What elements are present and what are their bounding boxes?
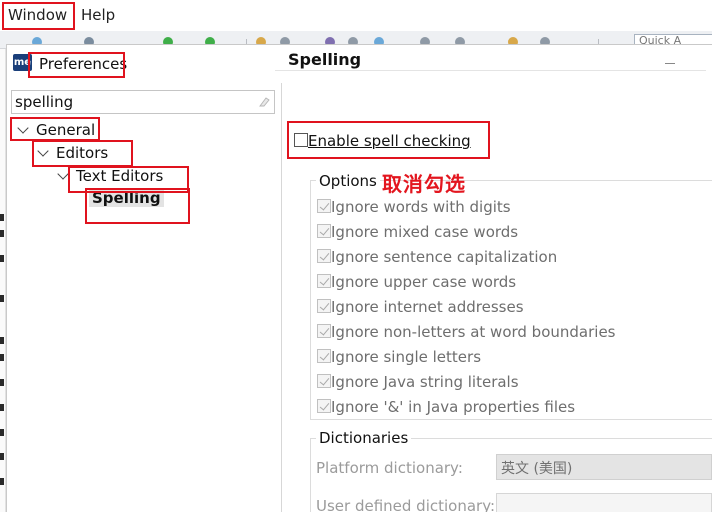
editor-edge-mark: [0, 453, 4, 460]
dictionaries-legend: Dictionaries: [316, 429, 412, 447]
option-checkbox[interactable]: [317, 399, 331, 413]
option-label: Ignore mixed case words: [331, 223, 519, 241]
editor-edge-mark: [0, 214, 4, 221]
option-label: Ignore '&' in Java properties files: [331, 398, 576, 416]
highlight-box: [85, 188, 190, 224]
option-checkbox[interactable]: [317, 349, 331, 363]
menu-bar: Window Help: [0, 0, 712, 31]
highlight-box: [10, 117, 100, 141]
highlight-box: [2, 2, 75, 30]
filter-input[interactable]: spelling: [11, 90, 275, 114]
highlight-box: [28, 52, 125, 78]
user-dictionary-input[interactable]: [496, 493, 712, 512]
chevron-down-icon[interactable]: [57, 168, 69, 180]
option-checkbox[interactable]: [317, 274, 331, 288]
option-checkbox[interactable]: [317, 324, 331, 338]
option-checkbox[interactable]: [317, 374, 331, 388]
option-checkbox[interactable]: [317, 249, 331, 263]
clear-filter-icon[interactable]: [259, 96, 270, 107]
editor-edge-mark: [0, 255, 4, 262]
highlight-box: [287, 121, 490, 159]
highlight-box: [32, 140, 133, 167]
option-label: Ignore words with digits: [331, 198, 511, 216]
option-checkbox[interactable]: [317, 224, 331, 238]
editor-edge-mark: [0, 379, 4, 386]
platform-dictionary-label: Platform dictionary:: [316, 459, 463, 477]
option-checkbox[interactable]: [317, 199, 331, 213]
editor-edge-mark: [0, 354, 4, 361]
option-label: Ignore Java string literals: [331, 373, 519, 391]
editor-edge-mark: [0, 337, 4, 344]
editor-edge-mark: [0, 404, 4, 411]
editor-edge-mark: [0, 429, 4, 436]
option-checkbox[interactable]: [317, 299, 331, 313]
minimize-icon[interactable]: [665, 63, 675, 64]
annotation-text: 取消勾选: [382, 172, 466, 196]
option-label: Ignore internet addresses: [331, 298, 524, 316]
menu-help[interactable]: Help: [81, 6, 115, 24]
platform-dictionary-select[interactable]: 英文 (美国): [496, 454, 712, 480]
option-label: Ignore single letters: [331, 348, 482, 366]
editor-edge-mark: [0, 478, 4, 485]
option-label: Ignore non-letters at word boundaries: [331, 323, 616, 341]
page-title: Spelling: [288, 50, 362, 69]
title-divider: [275, 70, 706, 71]
user-dictionary-label: User defined dictionary:: [316, 497, 496, 512]
options-legend: Options: [316, 172, 380, 190]
option-label: Ignore upper case words: [331, 273, 517, 291]
option-label: Ignore sentence capitalization: [331, 248, 558, 266]
editor-edge-mark: [0, 230, 4, 237]
panel-divider[interactable]: [281, 83, 282, 512]
editor-edge-mark: [0, 295, 4, 302]
